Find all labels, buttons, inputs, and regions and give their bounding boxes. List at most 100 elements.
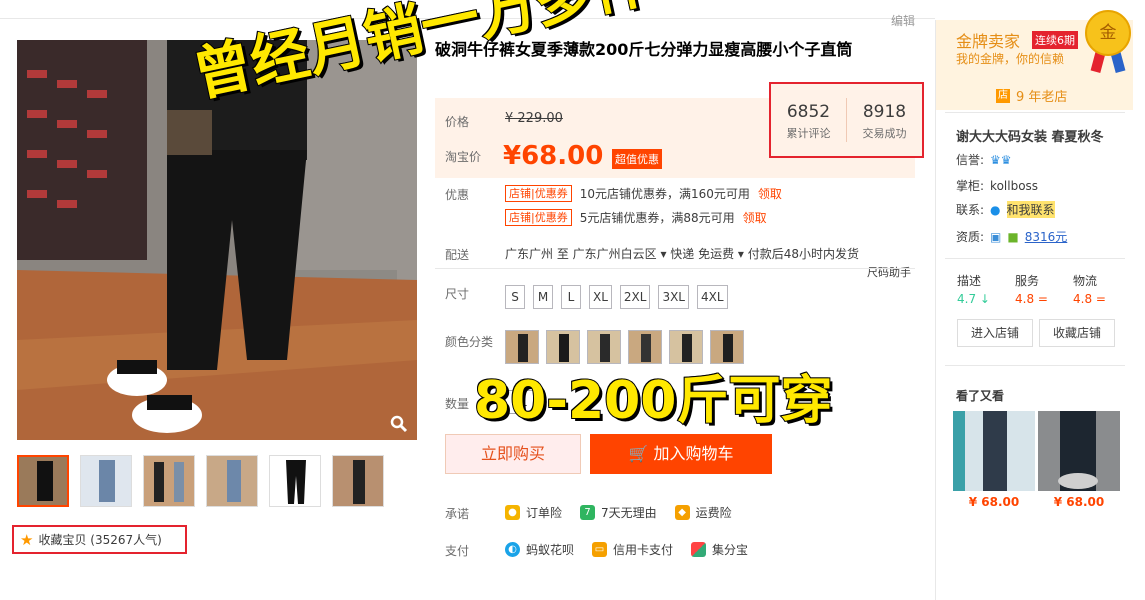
keeper-label: 掌柜: (956, 179, 985, 193)
coupon-text: 5元店铺优惠券，满88元可用 (579, 211, 735, 225)
contact-seller-link[interactable]: 和我联系 (1006, 201, 1055, 218)
promise-item[interactable]: ● 订单险 (505, 504, 562, 521)
rating-item: 描述 4.7 ↓ (957, 272, 990, 306)
also-viewed-title: 看了又看 (956, 389, 1005, 403)
size-option[interactable]: 3XL (658, 285, 689, 309)
coupon-tag: 店铺|优惠券 (505, 185, 572, 202)
payment-list: ◐ 蚂蚁花呗 ▭ 信用卡支付 集分宝 (505, 541, 748, 558)
thumbnail[interactable] (332, 455, 384, 507)
coupon-tag: 店铺|优惠券 (505, 209, 572, 226)
keeper-name[interactable]: kollboss (990, 179, 1038, 193)
rating-value: 4.7 (957, 292, 977, 306)
add-to-cart-label: 加入购物车 (653, 444, 734, 463)
promo-overlay-bottom: 80-200斤可穿 (473, 370, 833, 432)
size-label: 尺寸 (445, 287, 470, 301)
sales-count: 8918 交易成功 (847, 84, 922, 156)
size-option[interactable]: XL (589, 285, 612, 309)
review-count-label: 累计评论 (786, 127, 831, 140)
promise-text: 7天无理由 (601, 506, 657, 520)
rating-item: 服务 4.8 = (1015, 272, 1048, 306)
sales-count-value: 8918 (862, 102, 907, 122)
thumbnail[interactable] (143, 455, 195, 507)
coupon-row: 店铺|优惠券 10元店铺优惠券，满160元可用 领取 (505, 185, 782, 202)
promise-text: 订单险 (526, 506, 563, 520)
claim-coupon-link[interactable]: 领取 (743, 209, 767, 226)
buy-now-button[interactable]: 立即购买 (445, 434, 581, 474)
shipping-insurance-icon: ◆ (674, 505, 690, 520)
recommended-item[interactable]: ¥ 68.00 (953, 411, 1035, 509)
cart-icon: 🛒 (628, 444, 649, 463)
payment-text: 蚂蚁花呗 (526, 543, 575, 557)
promise-label: 承诺 (445, 507, 470, 521)
size-option[interactable]: M (533, 285, 553, 309)
promise-item[interactable]: ◆ 运费险 (674, 504, 732, 521)
size-option[interactable]: 4XL (697, 285, 728, 309)
thumbnail[interactable] (206, 455, 258, 507)
gold-seller-subtitle: 我的金牌，你的信赖 (956, 52, 1065, 66)
gold-streak-badge: 连续6期 (1032, 31, 1078, 49)
payment-text: 信用卡支付 (613, 543, 674, 557)
payment-item[interactable]: ▭ 信用卡支付 (592, 541, 673, 558)
shop-name-link[interactable]: 谢大大大码女装 春夏秋冬 (956, 126, 1104, 145)
credit-label: 信誉: (956, 153, 985, 167)
enter-shop-button[interactable]: 进入店铺 (957, 319, 1033, 347)
deposit-value[interactable]: 8316元 (1025, 228, 1068, 245)
sales-count-label: 交易成功 (862, 127, 907, 140)
recommended-price: ¥ 68.00 (968, 495, 1020, 509)
size-option[interactable]: S (505, 285, 525, 309)
coupons-label: 优惠 (445, 188, 470, 202)
review-count-value: 6852 (786, 102, 831, 122)
shipping-info[interactable]: 广东广州 至 广东广州白云区 ▾ 快递 免运费 ▾ 付款后48小时内发货 (505, 245, 859, 262)
size-option[interactable]: L (561, 285, 581, 309)
payment-item[interactable]: 集分宝 (691, 541, 748, 558)
quantity-label: 数量 (445, 397, 470, 411)
size-options: S M L XL 2XL 3XL 4XL (505, 285, 728, 309)
coupon-text: 10元店铺优惠券，满160元可用 (579, 187, 750, 201)
thumbnail[interactable] (17, 455, 69, 507)
recommended-image (1038, 411, 1120, 491)
shipping-label: 配送 (445, 248, 470, 262)
payment-text: 集分宝 (712, 543, 749, 557)
zoom-icon[interactable] (390, 415, 410, 435)
thumbnail[interactable] (80, 455, 132, 507)
deposit-icon: ■ (1007, 229, 1019, 244)
price-label: 淘宝价 (445, 150, 482, 164)
gold-medal-icon: 金 (1085, 10, 1131, 56)
credit-card-icon: ▭ (592, 542, 608, 557)
credit-row: 信誉: ♛♛ (956, 151, 1012, 168)
gold-seller-title: 金牌卖家 (956, 32, 1021, 51)
payment-label: 支付 (445, 544, 470, 558)
color-label: 颜色分类 (445, 335, 494, 349)
qualification-label: 资质: (956, 230, 985, 244)
recommended-item[interactable]: ¥ 68.00 (1038, 411, 1120, 509)
review-count[interactable]: 6852 累计评论 (771, 84, 846, 156)
original-price-label: 价格 (445, 115, 470, 129)
old-shop-badge: 店 9 年老店 (996, 86, 1067, 105)
rating-item: 物流 4.8 = (1073, 272, 1106, 306)
promise-item[interactable]: 7 7天无理由 (580, 504, 657, 521)
shop-icon: 店 (996, 88, 1010, 103)
promise-list: ● 订单险 7 7天无理由 ◆ 运费险 (505, 504, 732, 521)
thumbnail[interactable] (269, 455, 321, 507)
size-option[interactable]: 2XL (619, 285, 651, 309)
claim-coupon-link[interactable]: 领取 (758, 185, 782, 202)
old-shop-text: 9 年老店 (1016, 90, 1068, 105)
price-tag-badge: 超值优惠 (612, 149, 662, 169)
edit-link[interactable]: 编辑 (891, 12, 915, 29)
rating-name: 描述 (957, 274, 982, 288)
sidebar-divider (945, 112, 1125, 113)
current-price: ¥68.00 (503, 141, 604, 171)
contact-row: 联系: ● 和我联系 (956, 201, 1055, 218)
favorite-shop-button[interactable]: 收藏店铺 (1039, 319, 1115, 347)
equal-icon: = (1095, 292, 1106, 306)
contact-label: 联系: (956, 203, 985, 217)
keeper-row: 掌柜: kollboss (956, 177, 1038, 194)
add-to-cart-button[interactable]: 🛒 加入购物车 (590, 434, 772, 474)
promise-text: 运费险 (695, 506, 732, 520)
payment-item[interactable]: ◐ 蚂蚁花呗 (505, 541, 574, 558)
favorite-item-button[interactable]: ★ 收藏宝贝 (35267人气) (12, 525, 187, 554)
size-helper-link[interactable]: 尺码助手 (867, 264, 911, 280)
rating-value: 4.8 (1015, 292, 1035, 306)
chat-icon: ● (990, 202, 1001, 217)
seven-day-return-icon: 7 (580, 505, 596, 520)
